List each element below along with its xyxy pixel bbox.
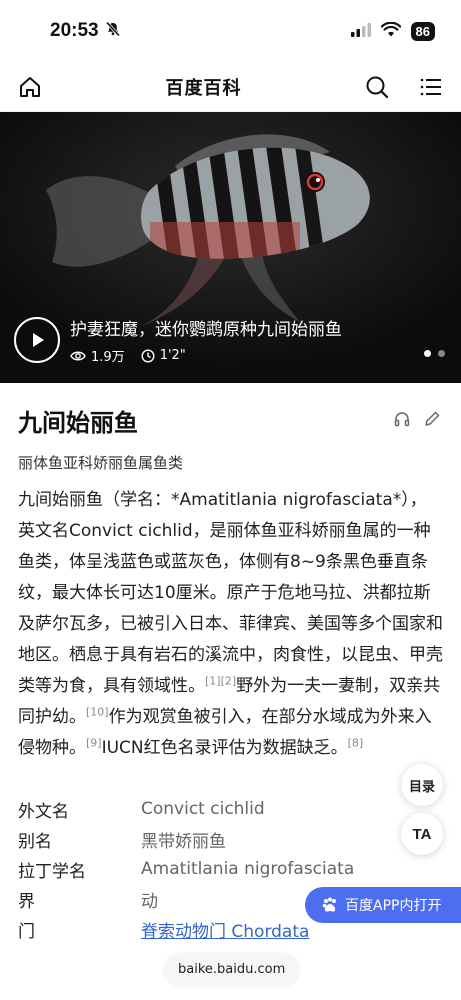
entry-title: 九间始丽鱼	[18, 409, 138, 437]
info-value: Amatitlania nigrofasciata	[141, 859, 355, 879]
play-icon	[33, 333, 44, 347]
article-content: 九间始丽鱼 丽体鱼亚科娇丽鱼属鱼类 九间始丽鱼（学名：*Amatitlania …	[0, 403, 461, 944]
info-label: 界	[18, 891, 35, 912]
info-row: 拉丁学名 Amatitlania nigrofasciata	[18, 854, 443, 884]
top-nav: 百度百科	[0, 62, 461, 112]
browser-url-bar[interactable]: baike.baidu.com	[164, 953, 300, 985]
ta-button[interactable]: TA	[401, 813, 443, 855]
search-button[interactable]	[363, 73, 391, 101]
watermark-en: HUARENJIE	[355, 982, 422, 995]
pencil-icon	[425, 411, 440, 426]
battery-indicator: 86	[410, 21, 435, 41]
table-of-contents-button[interactable]: 目录	[401, 764, 443, 806]
view-count: 1.9万	[91, 350, 125, 365]
menu-button[interactable]	[417, 73, 445, 101]
info-label: 别名	[18, 831, 52, 852]
reference-link[interactable]: [8]	[348, 736, 364, 749]
video-title: 护妻狂魔，迷你鹦鹉原种九间始丽鱼	[70, 320, 342, 340]
info-value-link[interactable]: 脊索动物门 Chordata	[141, 917, 309, 942]
info-value: Convict cichlid	[141, 799, 265, 819]
wifi-icon	[380, 21, 401, 41]
carousel-dot-2[interactable]	[438, 350, 445, 357]
headphones-icon	[394, 411, 410, 426]
open-in-app-label: 百度APP内打开	[345, 898, 442, 914]
watermark-cn: 华人街	[313, 947, 403, 982]
listen-button[interactable]	[393, 410, 411, 432]
site-title: 百度百科	[165, 77, 242, 99]
baidu-paw-icon	[322, 897, 336, 912]
home-icon	[20, 76, 40, 97]
summary-text-1: 九间始丽鱼（学名：*Amatitlania nigrofasciata*），英文…	[18, 490, 443, 696]
eye-icon	[70, 351, 86, 360]
menu-icon	[420, 78, 441, 95]
clock-icon	[141, 348, 155, 363]
info-value: 黑带娇丽鱼	[141, 831, 226, 852]
entry-subtitle: 丽体鱼亚科娇丽鱼属鱼类	[18, 454, 184, 472]
reference-link[interactable]: [9]	[86, 736, 102, 749]
info-value: 动	[141, 891, 158, 912]
info-row: 外文名 Convict cichlid	[18, 794, 443, 824]
info-label: 外文名	[18, 801, 69, 822]
open-in-app-button[interactable]: 百度APP内打开	[305, 887, 461, 923]
play-button[interactable]	[14, 317, 60, 363]
carousel-dot-1[interactable]	[424, 350, 431, 357]
reference-link[interactable]: [10]	[86, 705, 109, 718]
hero-video[interactable]: 护妻狂魔，迷你鹦鹉原种九间始丽鱼 1.9万 1'2"	[0, 112, 461, 383]
summary-text-4: IUCN红色名录评估为数据缺乏。	[101, 738, 348, 758]
info-label: 门	[18, 921, 35, 942]
search-icon	[366, 76, 389, 98]
info-label: 拉丁学名	[18, 861, 86, 882]
info-row: 别名 黑带娇丽鱼	[18, 824, 443, 854]
reference-link[interactable]: [1][2]	[205, 674, 236, 687]
video-duration: 1'2"	[159, 348, 186, 363]
status-bar: 20:53 86	[0, 0, 461, 62]
edit-button[interactable]	[423, 410, 441, 432]
video-caption: 护妻狂魔，迷你鹦鹉原种九间始丽鱼 1.9万 1'2"	[14, 315, 342, 365]
bell-muted-icon	[105, 21, 121, 41]
carousel-dots[interactable]	[424, 350, 445, 357]
status-time: 20:53	[50, 20, 99, 41]
cellular-signal-icon	[350, 22, 371, 41]
huarenjie-watermark-logo: 华人街 HUARENJIE	[313, 947, 422, 995]
home-button[interactable]	[16, 73, 44, 101]
entry-summary: 九间始丽鱼（学名：*Amatitlania nigrofasciata*），英文…	[18, 485, 443, 764]
